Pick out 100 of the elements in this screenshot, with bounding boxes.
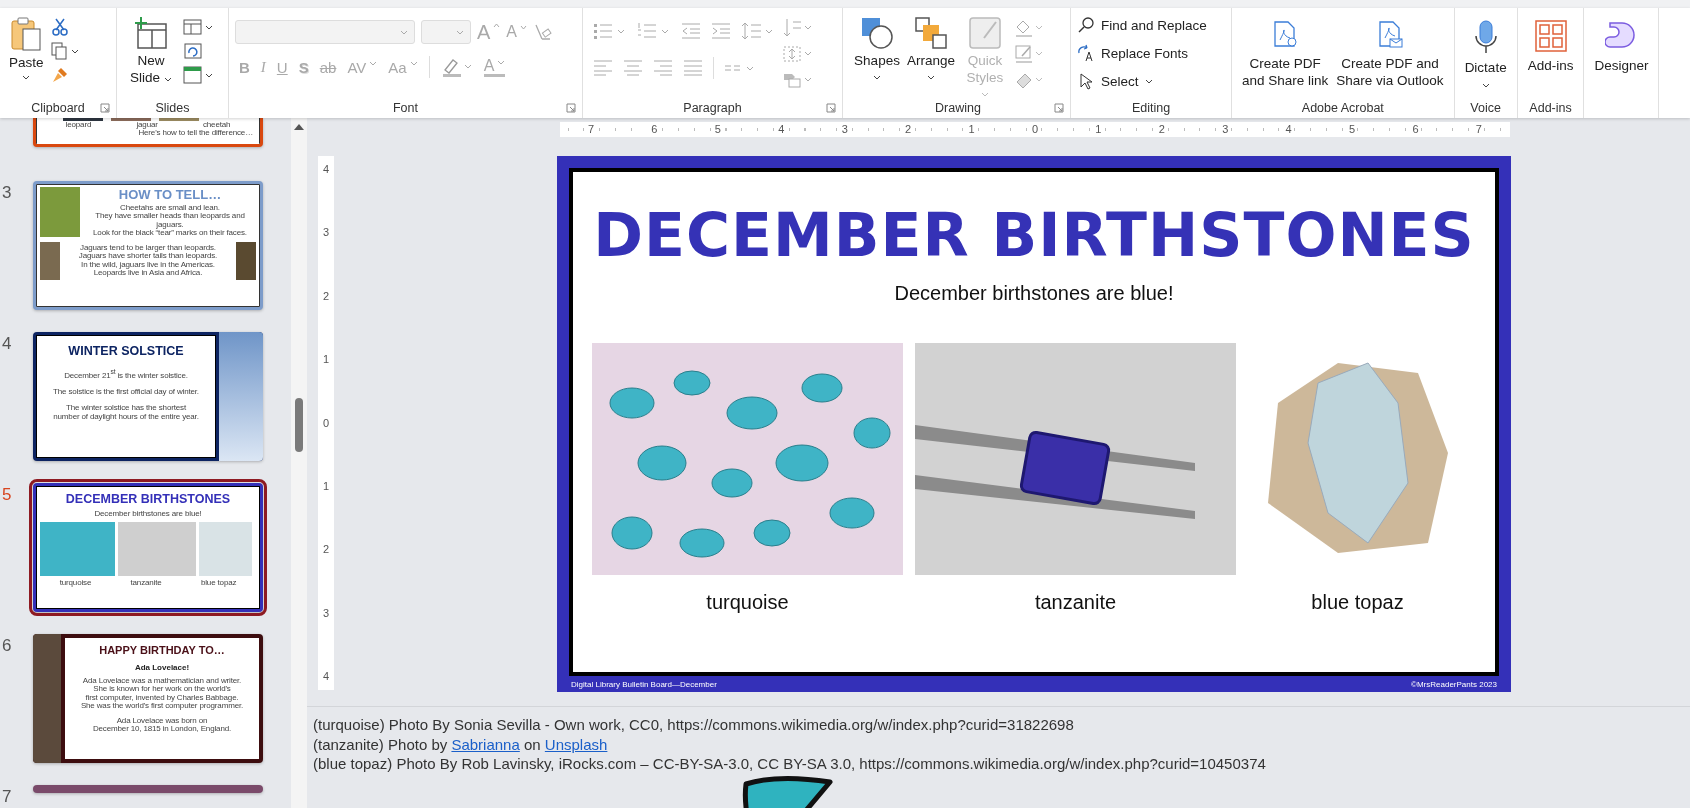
increase-indent-icon[interactable] xyxy=(711,22,731,40)
ruler-number: 6 xyxy=(1411,124,1420,135)
thumbnail-title: HOW TO TELL… xyxy=(117,187,223,202)
line-spacing-icon[interactable] xyxy=(741,22,775,40)
copy-icon xyxy=(50,42,79,60)
drawing-button[interactable]: Arrange xyxy=(906,12,956,84)
slide-thumbnail[interactable] xyxy=(33,634,263,763)
group-label: Editing xyxy=(1131,101,1171,115)
thumbnail-text: December 10, 1815 in London, England. xyxy=(91,724,233,734)
group-label: Clipboard xyxy=(31,101,85,115)
slide-thumbnail[interactable]: leopard jaguar cheetah Here's how to tell the difference… xyxy=(33,118,263,147)
ruler-number: 7 xyxy=(587,124,595,135)
microphone-icon xyxy=(1472,20,1499,54)
ruler-number: 3 xyxy=(322,607,330,619)
photo-placeholder xyxy=(63,118,103,121)
thumbnail-caption: blue topaz xyxy=(200,579,237,588)
photo-placeholder xyxy=(236,241,256,280)
text-direction-icon[interactable] xyxy=(783,18,813,38)
thumbnail-text: Ada Lovelace was a mathematician and writer. xyxy=(81,677,243,686)
replace-fonts-icon xyxy=(1077,44,1095,62)
dialog-launcher-icon[interactable] xyxy=(100,103,110,113)
pen-icon[interactable] xyxy=(1014,44,1044,64)
ribbon-button[interactable]: Create PDF and Share via Outlook xyxy=(1334,12,1446,90)
photo-placeholder xyxy=(159,118,199,121)
slide-thumbnail[interactable]: WINTER SOLSTICE December 21$^{st}$ is the winter solstice. The solstice is the first official day of winter. The winter solstice has the shortest number of daylight hours of the entire year. xyxy=(33,332,263,461)
caret-icon xyxy=(456,29,464,35)
decrease-indent-icon[interactable] xyxy=(681,22,701,40)
thumbnail-title: DECEMBER BIRTHSTONES xyxy=(64,492,232,506)
notes-text: (blue topaz) Photo By Rob Lavinsky, iRocks.com – CC-BY-SA-3.0, CC BY-SA 3.0, https://commons.wikimedia.org/w/index.php?curid=10450374 xyxy=(313,754,1267,774)
link[interactable]: Unsplash xyxy=(544,735,608,753)
dialog-launcher-icon[interactable] xyxy=(826,103,836,113)
ruler-number: 0 xyxy=(322,417,330,429)
drawing-button[interactable]: Shapes xyxy=(852,12,902,84)
notes-text: (tanzanite) Photo by Sabrianna on Unsplash xyxy=(313,734,609,754)
justify-icon[interactable] xyxy=(683,59,703,77)
ribbon-button[interactable]: Dictate xyxy=(1462,12,1509,88)
ruler-number: 4 xyxy=(777,124,786,135)
photo-placeholder xyxy=(40,187,80,237)
paintbrush-icon xyxy=(50,66,69,84)
thumbnail-text: December birthstones are blue! xyxy=(93,510,203,519)
slide-thumbnail[interactable] xyxy=(33,785,263,793)
align-center-icon[interactable] xyxy=(623,59,643,77)
layout-button[interactable] xyxy=(183,18,213,36)
search-icon xyxy=(1077,16,1095,34)
numbering-icon[interactable] xyxy=(637,22,671,40)
slide-title: DECEMBER BIRTHSTONES xyxy=(592,202,1476,268)
caret-icon xyxy=(400,29,408,35)
scroll-up-icon[interactable] xyxy=(294,123,304,130)
section-button[interactable] xyxy=(183,66,213,84)
ribbon-button[interactable]: Create PDF and Share link xyxy=(1240,12,1331,90)
slide-thumbnail[interactable] xyxy=(33,181,263,310)
ruler-number: 5 xyxy=(1348,124,1357,135)
group-label: Paragraph xyxy=(683,101,742,115)
ribbon-button[interactable]: Add-ins xyxy=(1525,12,1576,75)
editing-button[interactable]: Select xyxy=(1077,70,1207,92)
new-slide-button[interactable]: New Slide xyxy=(123,12,179,91)
ruler-number: 3 xyxy=(322,227,330,239)
thumbnail-text: The winter solstice has the shortest number of daylight hours of the entire year. xyxy=(52,404,200,422)
thumbnail-text: Jaguars tend to be larger than leopards. xyxy=(80,243,216,252)
paint-bucket-icon[interactable] xyxy=(1014,18,1044,38)
font-size-field[interactable] xyxy=(421,20,471,44)
dialog-launcher-icon[interactable] xyxy=(1054,103,1064,113)
notes-text: (turquoise) Photo By Sonia Sevilla - Own work, CC0, https://commons.wikimedia.org/w/index.php?curid=31822698 xyxy=(313,715,1075,735)
bullets-icon[interactable] xyxy=(593,22,627,40)
thumbnail-text: December 21$^{st}$ is the winter solstice. xyxy=(63,368,189,381)
ribbon-button[interactable]: Designer xyxy=(1592,12,1651,75)
link[interactable]: Sabrianna xyxy=(451,735,520,753)
editing-button[interactable]: Find and Replace xyxy=(1077,14,1207,36)
align-text-icon[interactable] xyxy=(783,44,813,64)
align-left-icon[interactable] xyxy=(593,59,613,77)
caret-up-icon xyxy=(493,22,501,28)
dialog-launcher-icon[interactable] xyxy=(566,103,576,113)
scrollbar[interactable] xyxy=(291,118,307,808)
ruler-number: 5 xyxy=(713,124,722,135)
thumbnail-text: She was the world's first computer programmer. xyxy=(79,702,245,711)
font-name-field[interactable] xyxy=(235,20,415,44)
photo-placeholder xyxy=(40,241,60,280)
slide-number: 7 xyxy=(2,787,12,807)
copy-button[interactable] xyxy=(50,42,79,60)
group-label: Voice xyxy=(1470,101,1501,115)
editing-button[interactable]: Replace Fonts xyxy=(1077,42,1207,64)
slide-subtitle: December birthstones are blue! xyxy=(893,282,1175,305)
arrange-icon xyxy=(914,16,948,50)
caret-icon xyxy=(520,25,527,30)
paste-button[interactable]: Paste xyxy=(6,12,47,84)
photo-caption: turquoise xyxy=(706,591,789,614)
group-label: Slides xyxy=(155,101,190,115)
ruler-number: 7 xyxy=(1474,124,1483,135)
align-right-icon[interactable] xyxy=(653,59,673,77)
layout-icon xyxy=(183,18,213,36)
eraser-icon[interactable] xyxy=(533,22,553,42)
thumbnail-text: Cheetahs are small and lean. xyxy=(119,204,221,213)
ruler-number: 2 xyxy=(1157,124,1166,135)
thumbnail-caption: cheetah xyxy=(202,121,231,130)
slide-number: 6 xyxy=(2,636,12,656)
scrollbar-thumb[interactable] xyxy=(295,398,303,452)
grid-icon xyxy=(1534,20,1567,52)
group-label: Font xyxy=(393,101,418,115)
thumbnail-text: Jaguars have shorter tails than leopards. xyxy=(77,252,219,261)
ruler-number: 0 xyxy=(1030,124,1039,135)
